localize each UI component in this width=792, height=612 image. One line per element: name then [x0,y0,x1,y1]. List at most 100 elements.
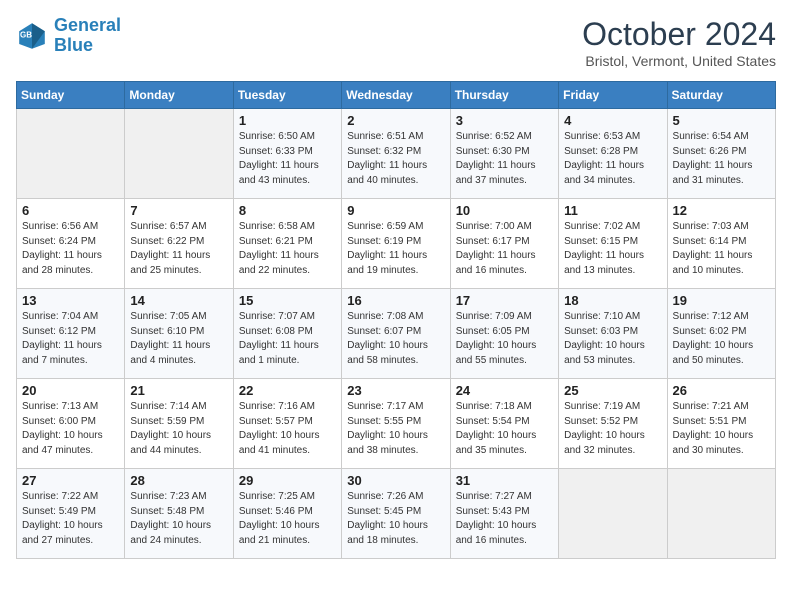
logo: GB General Blue [16,16,121,56]
day-number: 1 [239,113,336,128]
calendar-cell: 25 Sunrise: 7:19 AM Sunset: 5:52 PM Dayli… [559,379,667,469]
calendar-cell [559,469,667,559]
day-info: Sunrise: 7:04 AM Sunset: 6:12 PM Dayligh… [22,310,119,368]
calendar-cell: 13Sunrise: 7:04 AM Sunset: 6:12 PM Dayli… [17,289,125,379]
day-info: Sunrise: 7:23 AM Sunset: 5:48 PM Dayligh… [130,490,227,548]
day-number: 21 [130,383,227,398]
calendar-cell: 4 Sunrise: 6:53 AM Sunset: 6:28 PM Daylig… [559,109,667,199]
weekday-header-wednesday: Wednesday [342,82,450,109]
day-info: Sunrise: 7:22 AM Sunset: 5:49 PM Dayligh… [22,490,119,548]
day-number: 7 [130,203,227,218]
calendar-cell: 2 Sunrise: 6:51 AM Sunset: 6:32 PM Daylig… [342,109,450,199]
calendar-cell: 11Sunrise: 7:02 AM Sunset: 6:15 PM Dayli… [559,199,667,289]
day-number: 8 [239,203,336,218]
month-title: October 2024 [582,16,776,53]
day-number: 30 [347,473,444,488]
day-number: 17 [456,293,553,308]
calendar-cell: 17 Sunrise: 7:09 AM Sunset: 6:05 PM Dayli… [450,289,558,379]
calendar-cell: 12 Sunrise: 7:03 AM Sunset: 6:14 PM Dayli… [667,199,775,289]
calendar-cell: 16 Sunrise: 7:08 AM Sunset: 6:07 PM Dayli… [342,289,450,379]
calendar-cell: 1 Sunrise: 6:50 AM Sunset: 6:33 PM Daylig… [233,109,341,199]
calendar-cell: 5Sunrise: 6:54 AM Sunset: 6:26 PM Daylig… [667,109,775,199]
week-row-4: 20 Sunrise: 7:13 AM Sunset: 6:00 PM Dayli… [17,379,776,469]
day-number: 29 [239,473,336,488]
day-number: 22 [239,383,336,398]
day-info: Sunrise: 7:09 AM Sunset: 6:05 PM Dayligh… [456,310,553,368]
week-row-3: 13Sunrise: 7:04 AM Sunset: 6:12 PM Dayli… [17,289,776,379]
title-section: October 2024 Bristol, Vermont, United St… [582,16,776,69]
day-number: 11 [564,203,661,218]
calendar-cell [667,469,775,559]
calendar-cell [125,109,233,199]
day-info: Sunrise: 7:14 AM Sunset: 5:59 PM Dayligh… [130,400,227,458]
day-info: Sunrise: 7:21 AM Sunset: 5:51 PM Dayligh… [673,400,770,458]
day-info: Sunrise: 7:19 AM Sunset: 5:52 PM Dayligh… [564,400,661,458]
svg-text:GB: GB [20,30,32,39]
day-info: Sunrise: 7:10 AM Sunset: 6:03 PM Dayligh… [564,310,661,368]
calendar-cell: 30 Sunrise: 7:26 AM Sunset: 5:45 PM Dayli… [342,469,450,559]
calendar-cell: 10 Sunrise: 7:00 AM Sunset: 6:17 PM Dayli… [450,199,558,289]
day-number: 9 [347,203,444,218]
day-info: Sunrise: 7:08 AM Sunset: 6:07 PM Dayligh… [347,310,444,368]
day-info: Sunrise: 6:50 AM Sunset: 6:33 PM Dayligh… [239,130,336,188]
logo-text: General Blue [54,16,121,56]
day-number: 19 [673,293,770,308]
page-header: GB General Blue October 2024 Bristol, Ve… [16,16,776,69]
calendar-cell: 9 Sunrise: 6:59 AM Sunset: 6:19 PM Daylig… [342,199,450,289]
logo-line1: General [54,15,121,35]
day-info: Sunrise: 7:05 AM Sunset: 6:10 PM Dayligh… [130,310,227,368]
day-info: Sunrise: 7:25 AM Sunset: 5:46 PM Dayligh… [239,490,336,548]
day-number: 10 [456,203,553,218]
weekday-header-friday: Friday [559,82,667,109]
calendar-cell: 8Sunrise: 6:58 AM Sunset: 6:21 PM Daylig… [233,199,341,289]
calendar-cell: 6Sunrise: 6:56 AM Sunset: 6:24 PM Daylig… [17,199,125,289]
calendar-table: SundayMondayTuesdayWednesdayThursdayFrid… [16,81,776,559]
day-number: 28 [130,473,227,488]
day-number: 16 [347,293,444,308]
day-info: Sunrise: 7:17 AM Sunset: 5:55 PM Dayligh… [347,400,444,458]
day-number: 20 [22,383,119,398]
weekday-header-thursday: Thursday [450,82,558,109]
day-number: 12 [673,203,770,218]
day-info: Sunrise: 7:26 AM Sunset: 5:45 PM Dayligh… [347,490,444,548]
calendar-cell: 19Sunrise: 7:12 AM Sunset: 6:02 PM Dayli… [667,289,775,379]
day-info: Sunrise: 6:53 AM Sunset: 6:28 PM Dayligh… [564,130,661,188]
day-info: Sunrise: 6:59 AM Sunset: 6:19 PM Dayligh… [347,220,444,278]
calendar-cell: 31Sunrise: 7:27 AM Sunset: 5:43 PM Dayli… [450,469,558,559]
week-row-2: 6Sunrise: 6:56 AM Sunset: 6:24 PM Daylig… [17,199,776,289]
calendar-cell: 23Sunrise: 7:17 AM Sunset: 5:55 PM Dayli… [342,379,450,469]
day-number: 26 [673,383,770,398]
calendar-cell: 21 Sunrise: 7:14 AM Sunset: 5:59 PM Dayli… [125,379,233,469]
logo-icon: GB [16,20,48,52]
day-info: Sunrise: 7:16 AM Sunset: 5:57 PM Dayligh… [239,400,336,458]
day-info: Sunrise: 7:13 AM Sunset: 6:00 PM Dayligh… [22,400,119,458]
calendar-cell: 26 Sunrise: 7:21 AM Sunset: 5:51 PM Dayli… [667,379,775,469]
day-info: Sunrise: 7:03 AM Sunset: 6:14 PM Dayligh… [673,220,770,278]
calendar-cell: 3Sunrise: 6:52 AM Sunset: 6:30 PM Daylig… [450,109,558,199]
calendar-cell [17,109,125,199]
day-number: 27 [22,473,119,488]
day-number: 5 [673,113,770,128]
day-number: 18 [564,293,661,308]
day-number: 24 [456,383,553,398]
day-number: 4 [564,113,661,128]
calendar-cell: 24 Sunrise: 7:18 AM Sunset: 5:54 PM Dayli… [450,379,558,469]
weekday-header-tuesday: Tuesday [233,82,341,109]
week-row-5: 27 Sunrise: 7:22 AM Sunset: 5:49 PM Dayli… [17,469,776,559]
day-number: 6 [22,203,119,218]
day-info: Sunrise: 7:00 AM Sunset: 6:17 PM Dayligh… [456,220,553,278]
day-number: 25 [564,383,661,398]
weekday-header-sunday: Sunday [17,82,125,109]
day-number: 15 [239,293,336,308]
calendar-cell: 7Sunrise: 6:57 AM Sunset: 6:22 PM Daylig… [125,199,233,289]
day-info: Sunrise: 7:18 AM Sunset: 5:54 PM Dayligh… [456,400,553,458]
week-row-1: 1 Sunrise: 6:50 AM Sunset: 6:33 PM Daylig… [17,109,776,199]
day-number: 2 [347,113,444,128]
day-info: Sunrise: 7:27 AM Sunset: 5:43 PM Dayligh… [456,490,553,548]
weekday-header-row: SundayMondayTuesdayWednesdayThursdayFrid… [17,82,776,109]
weekday-header-saturday: Saturday [667,82,775,109]
calendar-cell: 27 Sunrise: 7:22 AM Sunset: 5:49 PM Dayli… [17,469,125,559]
calendar-cell: 14Sunrise: 7:05 AM Sunset: 6:10 PM Dayli… [125,289,233,379]
day-info: Sunrise: 6:51 AM Sunset: 6:32 PM Dayligh… [347,130,444,188]
calendar-cell: 15Sunrise: 7:07 AM Sunset: 6:08 PM Dayli… [233,289,341,379]
